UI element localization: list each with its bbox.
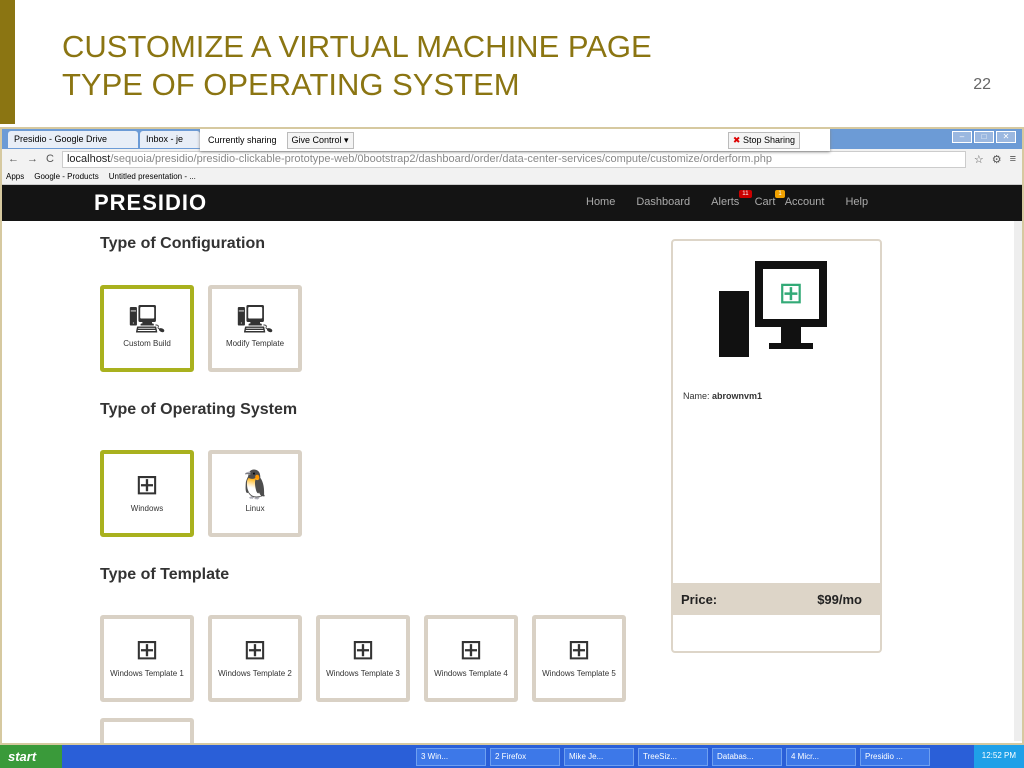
maximize-button[interactable]: □ xyxy=(974,131,994,143)
price-label: Price: xyxy=(681,591,718,607)
sharing-bar: Currently sharing Give Control ▾ ✖ Stop … xyxy=(200,129,830,151)
template-3[interactable]: ⊞ Windows Template 3 xyxy=(316,615,410,702)
taskbar-item[interactable]: TreeSiz... xyxy=(638,747,708,766)
template-4[interactable]: ⊞ Windows Template 4 xyxy=(424,615,518,702)
config-heading: Type of Configuration xyxy=(100,235,266,252)
windows-icon: ⊞ xyxy=(459,634,483,665)
windows-computer-icon: ⊞ xyxy=(719,261,827,357)
clock[interactable]: 12:52 PM xyxy=(973,745,1024,768)
slide-accent-bar xyxy=(0,0,15,124)
template-6[interactable] xyxy=(100,718,194,743)
tile-label: Custom Build xyxy=(123,339,171,348)
linux-penguin-icon: 🐧 xyxy=(237,469,273,500)
address-bar: ← → C localhost/sequoia/presidio/presidio-… xyxy=(2,149,1022,169)
nav-help[interactable]: Help xyxy=(845,196,868,208)
config-modify-template[interactable]: 🖳 Modify Template xyxy=(208,285,302,372)
give-control-button[interactable]: Give Control ▾ xyxy=(286,131,354,149)
tile-label: Linux xyxy=(245,504,265,513)
start-button[interactable]: start xyxy=(0,745,62,768)
minimize-button[interactable]: – xyxy=(952,131,972,143)
tile-label: Windows Template 5 xyxy=(542,669,616,678)
tile-label: Windows Template 1 xyxy=(110,669,184,678)
url-path: /sequoia/presidio/presidio-clickable-pro… xyxy=(110,152,772,165)
url-host: localhost xyxy=(66,152,111,165)
taskbar-item[interactable]: Presidio ... xyxy=(860,747,930,766)
os-linux[interactable]: 🐧 Linux xyxy=(208,450,302,537)
nav-cart[interactable]: Cart xyxy=(755,196,776,208)
windows-icon: ⊞ xyxy=(135,634,159,665)
taskbar-item[interactable]: 3 Win... xyxy=(416,747,486,766)
window-controls: – □ ✕ xyxy=(952,131,1016,143)
close-icon: ✖ xyxy=(732,134,743,145)
taskbar-item[interactable]: Mike Je... xyxy=(564,747,634,766)
template-5[interactable]: ⊞ Windows Template 5 xyxy=(532,615,626,702)
vm-name: Name: abrownvm1 xyxy=(683,391,762,401)
tab-inbox[interactable]: Inbox - je xyxy=(140,130,200,148)
title-line-1: CUSTOMIZE A VIRTUAL MACHINE PAGE xyxy=(62,29,652,64)
tab-google-drive[interactable]: Presidio - Google Drive xyxy=(8,130,138,148)
menu-icon[interactable]: ≡ xyxy=(1010,153,1016,165)
forward-icon[interactable]: → xyxy=(27,153,38,165)
price-value: $99/mo xyxy=(817,591,862,607)
bookmarks-bar: Apps Google - Products Untitled presenta… xyxy=(2,169,1022,185)
nav-account[interactable]: Account xyxy=(785,196,825,208)
taskbar: start 3 Win... 2 Firefox Mike Je... Tree… xyxy=(0,745,1024,768)
close-window-button[interactable]: ✕ xyxy=(996,131,1016,143)
stop-sharing-button[interactable]: ✖ Stop Sharing xyxy=(727,131,800,149)
settings-icon[interactable]: ⚙ xyxy=(992,153,1002,166)
nav-alerts[interactable]: Alerts11 Cart1Account xyxy=(711,190,825,208)
nav-dashboard[interactable]: Dashboard xyxy=(636,196,690,208)
tile-label: Modify Template xyxy=(225,339,285,348)
star-icon[interactable]: ☆ xyxy=(974,153,984,166)
windows-icon: ⊞ xyxy=(135,469,159,500)
browser-window: Presidio - Google Drive Inbox - je Curre… xyxy=(0,127,1024,745)
tile-label: Windows Template 3 xyxy=(326,669,400,678)
sharing-status: Currently sharing xyxy=(208,135,277,145)
reload-icon[interactable]: C xyxy=(46,153,54,165)
taskbar-item[interactable]: 2 Firefox xyxy=(490,747,560,766)
windows-icon: ⊞ xyxy=(243,634,267,665)
windows-icon: ⊞ xyxy=(567,634,591,665)
computer-icon: 🖳 xyxy=(128,304,166,335)
template-1[interactable]: ⊞ Windows Template 1 xyxy=(100,615,194,702)
scrollbar[interactable] xyxy=(1014,221,1022,741)
site-logo[interactable]: PRESIDIO xyxy=(94,190,207,216)
price-row: Price: $99/mo xyxy=(673,583,880,615)
name-label: Name: xyxy=(683,391,710,401)
taskbar-item[interactable]: 4 Micr... xyxy=(786,747,856,766)
nav-menu: Home Dashboard Alerts11 Cart1Account Hel… xyxy=(586,190,868,208)
page-content: Type of Configuration 🖳 Custom Build 🖳 Mod… xyxy=(2,221,1022,743)
site-navbar: PRESIDIO Home Dashboard Alerts11 Cart1Ac… xyxy=(2,185,1022,221)
title-line-2: TYPE OF OPERATING SYSTEM xyxy=(62,67,520,102)
tile-label: Windows xyxy=(130,504,164,513)
template-heading: Type of Template xyxy=(100,566,230,583)
windows-icon: ⊞ xyxy=(351,634,375,665)
page-number: 22 xyxy=(973,76,991,93)
summary-card: ⊞ Name: abrownvm1 Price: $99/mo xyxy=(671,239,882,653)
template-2[interactable]: ⊞ Windows Template 2 xyxy=(208,615,302,702)
nav-home[interactable]: Home xyxy=(586,196,615,208)
bookmark-untitled-presentation[interactable]: Untitled presentation - ... xyxy=(109,172,196,181)
alerts-badge: 11 xyxy=(739,190,752,198)
taskbar-item[interactable]: Databas... xyxy=(712,747,782,766)
slide-title: CUSTOMIZE A VIRTUAL MACHINE PAGE TYPE OF … xyxy=(62,28,652,104)
os-heading: Type of Operating System xyxy=(100,401,298,418)
config-custom-build[interactable]: 🖳 Custom Build xyxy=(100,285,194,372)
stop-sharing-label: Stop Sharing xyxy=(742,134,795,145)
computer-icon: 🖳 xyxy=(236,304,274,335)
bookmark-google-products[interactable]: Google - Products xyxy=(34,172,98,181)
nav-alerts-label: Alerts xyxy=(711,196,740,208)
os-windows[interactable]: ⊞ Windows xyxy=(100,450,194,537)
url-input[interactable]: localhost/sequoia/presidio/presidio-clic… xyxy=(61,150,966,168)
tile-label: Windows Template 2 xyxy=(218,669,292,678)
back-icon[interactable]: ← xyxy=(8,153,19,165)
tile-label: Windows Template 4 xyxy=(434,669,508,678)
cart-badge: 1 xyxy=(775,190,785,198)
bookmark-apps[interactable]: Apps xyxy=(6,172,24,181)
name-value: abrownvm1 xyxy=(712,391,763,401)
